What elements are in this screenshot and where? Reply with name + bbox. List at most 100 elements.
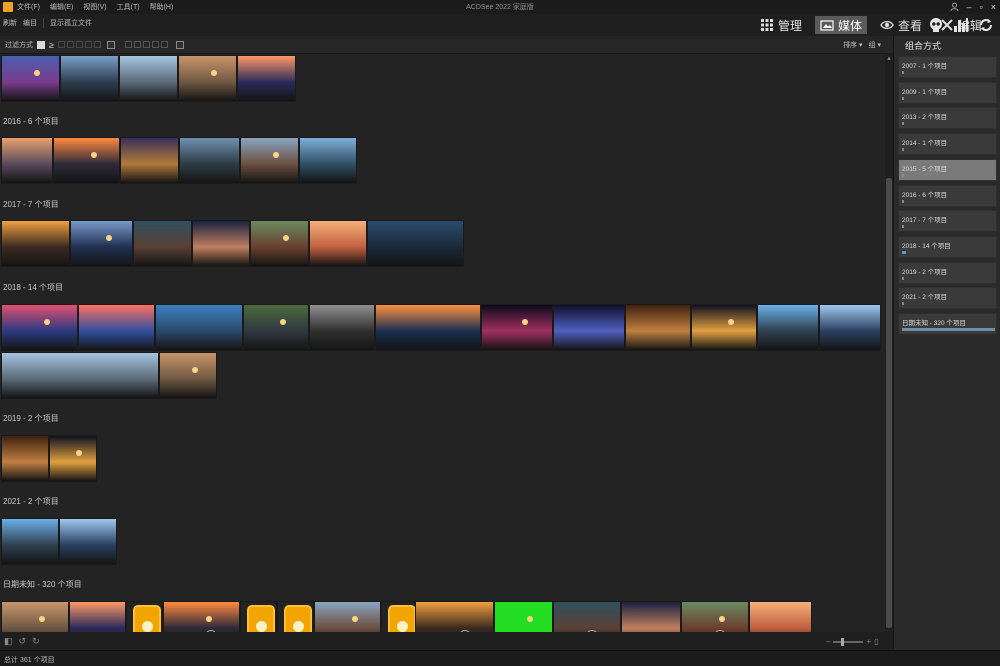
rating-slot[interactable] [75,41,83,48]
image-thumbnail[interactable] [179,137,240,184]
scrollbar-thumb[interactable] [886,178,892,628]
group-filter-item[interactable]: 2016 - 6 个项目 [898,184,997,207]
image-thumbnail[interactable] [309,304,375,351]
image-thumbnail[interactable] [481,304,553,351]
image-thumbnail[interactable] [70,220,133,267]
image-thumbnail[interactable] [1,352,159,399]
image-thumbnail[interactable] [757,304,819,351]
audio-file-thumbnail[interactable] [126,601,163,632]
image-thumbnail[interactable] [159,352,217,399]
preview-toggle-icon[interactable]: ▯ [874,637,878,646]
image-thumbnail[interactable] [237,55,296,102]
video-thumbnail[interactable] [681,601,749,632]
video-thumbnail[interactable] [415,601,494,632]
rotate-left-icon[interactable]: ↺ [19,636,27,647]
image-thumbnail[interactable] [691,304,757,351]
tab-view[interactable]: 查看 [875,16,927,34]
rating-slot[interactable] [57,41,65,48]
image-thumbnail[interactable] [1,304,78,351]
image-thumbnail[interactable] [625,304,691,351]
zoom-in-button[interactable]: + [866,637,871,646]
zoom-slider-knob[interactable] [841,637,845,646]
image-thumbnail[interactable] [1,220,70,267]
group-header[interactable]: 2017 - 7 个项目 [3,199,59,210]
rotate-right-icon[interactable]: ↻ [32,636,40,647]
filter-checkbox[interactable] [37,40,45,49]
close-button[interactable]: × [991,2,996,12]
image-thumbnail[interactable] [749,601,812,632]
image-thumbnail[interactable] [155,304,243,351]
image-thumbnail[interactable] [49,435,97,482]
image-thumbnail[interactable] [120,137,179,184]
refresh-button[interactable]: 刷新 [3,18,17,28]
group-filter-item[interactable]: 2014 - 1 个项目 [898,133,997,156]
rating-slot[interactable] [66,41,74,48]
group-header[interactable]: 日期未知 - 320 个项目 [3,579,82,590]
group-dropdown[interactable]: 组 ▾ [869,40,881,50]
image-thumbnail[interactable] [1,137,53,184]
image-thumbnail[interactable] [78,304,155,351]
group-filter-item[interactable]: 2007 - 1 个项目 [898,56,997,78]
video-thumbnail[interactable] [553,601,621,632]
image-thumbnail[interactable] [299,137,357,184]
group-filter-item[interactable]: 2018 - 14 个项目 [898,235,997,258]
audio-file-thumbnail[interactable] [381,601,416,632]
menu-file[interactable]: 文件(F) [17,2,40,12]
image-thumbnail[interactable] [59,518,117,565]
image-thumbnail[interactable] [1,435,49,482]
minimize-button[interactable]: – [967,2,972,12]
rating-slot[interactable] [93,41,101,48]
group-filter-item[interactable]: 2009 - 1 个项目 [898,81,997,104]
group-filter-item[interactable]: 2019 - 2 个项目 [898,261,997,284]
group-filter-item[interactable]: 2015 - 5 个项目 [898,158,997,181]
audio-file-thumbnail[interactable] [240,601,277,632]
group-filter-item[interactable]: 2021 - 2 个项目 [898,287,997,310]
image-thumbnail[interactable] [1,518,59,565]
image-thumbnail[interactable] [250,220,309,267]
menu-help[interactable]: 帮助(H) [150,2,174,12]
rating-slot[interactable] [84,41,92,48]
tab-manage[interactable]: 管理 [755,16,807,34]
zoom-slider[interactable] [833,637,864,646]
color-label-slot[interactable] [124,41,132,48]
image-thumbnail[interactable] [178,55,237,102]
color-label-slot[interactable] [133,41,141,48]
catalog-button[interactable]: 编目 [23,18,37,28]
audio-file-thumbnail[interactable] [277,601,314,632]
menu-edit[interactable]: 编辑(E) [50,2,73,12]
image-thumbnail[interactable] [69,601,126,632]
image-thumbnail[interactable] [1,601,69,632]
content-scrollbar[interactable]: ▲ [885,54,893,632]
scroll-up-arrow[interactable]: ▲ [886,56,892,62]
histogram-icon[interactable] [953,17,969,33]
menu-view[interactable]: 视图(V) [83,2,106,12]
image-thumbnail[interactable] [367,220,464,267]
image-thumbnail[interactable] [819,304,881,351]
rating-clear-checkbox[interactable] [106,40,115,49]
sync-icon[interactable] [978,17,994,33]
image-thumbnail[interactable] [192,220,250,267]
image-thumbnail[interactable] [243,304,309,351]
image-thumbnail[interactable] [375,304,481,351]
group-filter-item[interactable]: 2017 - 7 个项目 [898,210,997,233]
color-label-slot[interactable] [160,41,168,48]
color-clear-checkbox[interactable] [175,40,184,49]
image-thumbnail[interactable] [133,220,192,267]
group-header[interactable]: 2016 - 6 个项目 [3,116,59,127]
group-filter-item[interactable]: 日期未知 - 320 个项目 [898,313,997,335]
image-thumbnail[interactable] [494,601,553,632]
show-orphan-files-button[interactable]: 显示孤立文件 [50,18,92,28]
image-thumbnail[interactable] [240,137,299,184]
image-thumbnail[interactable] [553,304,625,351]
image-thumbnail[interactable] [60,55,119,102]
image-thumbnail[interactable] [314,601,381,632]
skull-icon[interactable] [928,17,944,33]
image-thumbnail[interactable] [621,601,681,632]
image-thumbnail[interactable] [119,55,178,102]
image-thumbnail[interactable] [1,55,60,102]
color-label-slot[interactable] [142,41,150,48]
group-filter-item[interactable]: 2013 - 2 个项目 [898,107,997,130]
video-thumbnail[interactable] [163,601,240,632]
restore-button[interactable]: ▫ [980,2,983,12]
image-thumbnail[interactable] [53,137,120,184]
